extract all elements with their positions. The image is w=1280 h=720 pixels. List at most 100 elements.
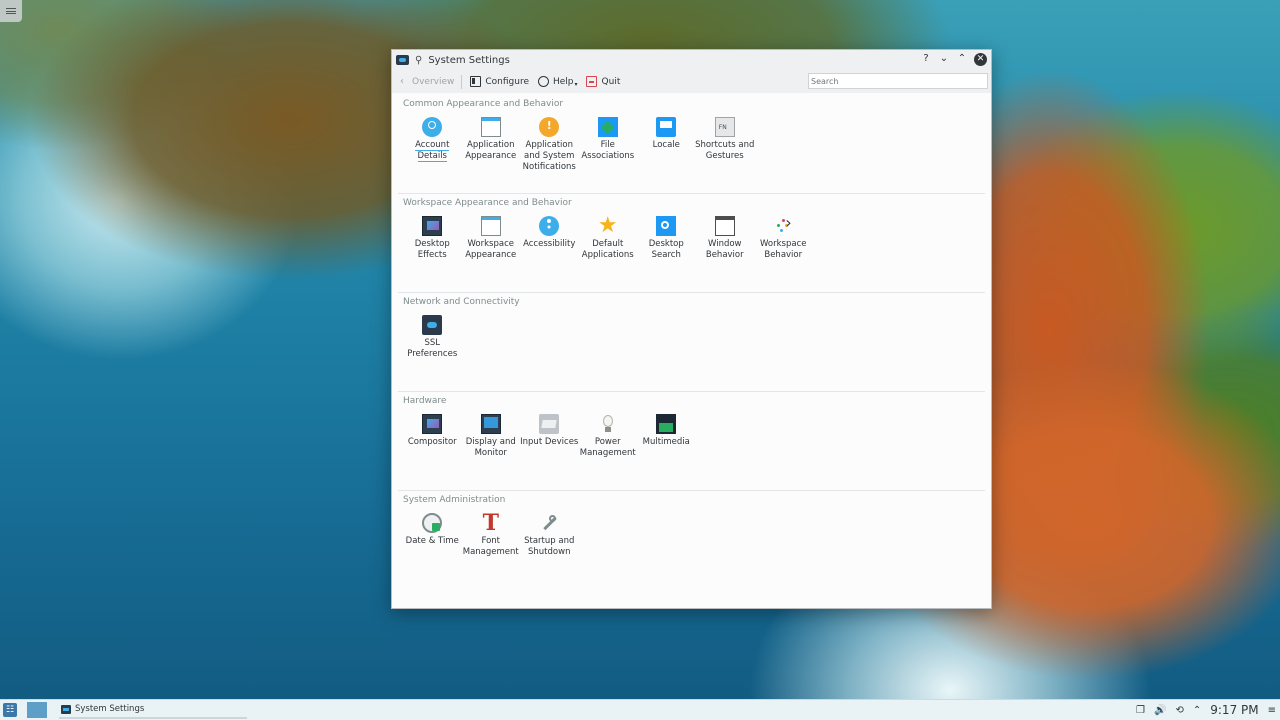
item-account-details[interactable]: Account Details <box>403 115 462 173</box>
panel-options-icon[interactable]: ≡ <box>1268 705 1276 716</box>
toolbar: ‹ Overview Configure Help ▾ Quit <box>392 70 991 93</box>
item-label: Font Management <box>462 536 519 557</box>
item-label: Startup and Shutdown <box>524 536 575 557</box>
section-hardware: Hardware Compositor Display and Monitor … <box>398 391 985 490</box>
virtual-desktop-pager <box>27 702 47 718</box>
item-accessibility[interactable]: Accessibility <box>520 214 579 261</box>
section-common-appearance: Common Appearance and Behavior Account D… <box>398 95 985 193</box>
toolbar-separator <box>461 74 463 89</box>
system-settings-app-icon[interactable] <box>396 55 409 65</box>
clock[interactable]: 9:17 PM <box>1210 703 1258 717</box>
item-workspace-behavior[interactable]: Workspace Behavior <box>754 213 813 261</box>
application-launcher-icon[interactable]: ☷ <box>3 703 17 717</box>
item-locale[interactable]: Locale <box>637 115 696 173</box>
item-label: Account Details <box>415 140 450 162</box>
pin-icon[interactable]: ⚲ <box>415 55 422 66</box>
task-label: System Settings <box>75 704 145 714</box>
notifications-icon <box>539 117 560 137</box>
item-compositor[interactable]: Compositor <box>403 412 462 459</box>
help-label: Help <box>553 76 574 87</box>
item-label: Default Applications <box>581 239 634 260</box>
item-label: File Associations <box>581 140 635 161</box>
taskbar: ☷ System Settings ❐ 🔊 ⟲ ⌃ 9:17 PM ≡ <box>0 699 1280 720</box>
item-desktop-effects[interactable]: Desktop Effects <box>403 214 462 261</box>
item-application-appearance[interactable]: Application Appearance <box>462 115 521 173</box>
volume-icon[interactable]: 🔊 <box>1154 705 1166 716</box>
overview-button[interactable]: ‹ Overview <box>392 72 458 92</box>
title-bar[interactable]: ⚲ System Settings ? ⌄ ⌃ ✕ <box>392 50 991 70</box>
item-window-behavior[interactable]: Window Behavior <box>696 214 755 261</box>
locale-icon <box>656 117 677 137</box>
item-label: Application Appearance <box>465 140 517 161</box>
accessibility-icon <box>539 216 560 236</box>
help-menu-button[interactable]: Help ▾ <box>533 72 582 92</box>
item-label: SSL Preferences <box>407 338 458 359</box>
help-icon <box>537 76 549 87</box>
close-button[interactable]: ✕ <box>974 52 987 66</box>
quit-icon <box>586 76 598 87</box>
item-multimedia[interactable]: Multimedia <box>637 412 696 459</box>
item-power-management[interactable]: Power Management <box>579 412 638 459</box>
section-workspace-appearance: Workspace Appearance and Behavior Deskto… <box>398 193 985 292</box>
item-label: Application and System Notifications <box>522 140 576 172</box>
item-input-devices[interactable]: Input Devices <box>520 412 579 459</box>
dropdown-arrow-icon: ▾ <box>574 81 578 88</box>
item-label: Workspace Appearance <box>465 239 517 260</box>
overview-label: Overview <box>412 76 455 87</box>
item-label: Multimedia <box>642 437 690 447</box>
clipboard-icon[interactable]: ❐ <box>1136 705 1145 716</box>
section-title: Common Appearance and Behavior <box>403 99 564 109</box>
input-devices-icon <box>539 414 560 434</box>
item-label: Accessibility <box>523 239 576 249</box>
quit-button[interactable]: Quit <box>582 72 625 92</box>
section-title: Network and Connectivity <box>403 297 520 307</box>
desktop-effects-icon <box>422 216 443 236</box>
file-associations-icon <box>597 117 618 137</box>
item-label: Desktop Effects <box>414 239 450 260</box>
configure-button[interactable]: Configure <box>465 72 533 92</box>
multimedia-icon <box>656 414 677 434</box>
search-input[interactable] <box>808 73 988 89</box>
help-question-button[interactable]: ? <box>920 52 932 66</box>
section-title: Workspace Appearance and Behavior <box>403 198 572 208</box>
workspace-appearance-icon <box>480 216 501 236</box>
account-icon <box>422 117 443 137</box>
shortcuts-icon <box>714 117 735 137</box>
item-startup-shutdown[interactable]: Startup and Shutdown <box>520 511 579 558</box>
section-network: Network and Connectivity SSL Preferences <box>398 292 985 391</box>
item-label: Power Management <box>579 437 636 458</box>
configure-icon <box>469 76 481 87</box>
item-notifications[interactable]: Application and System Notifications <box>520 115 579 173</box>
desktop-menu-handle[interactable] <box>0 0 22 22</box>
section-title: Hardware <box>403 396 447 406</box>
item-file-associations[interactable]: File Associations <box>579 115 638 173</box>
back-arrow-icon: ‹ <box>400 76 404 87</box>
maximize-button[interactable]: ⌃ <box>956 52 968 66</box>
network-icon[interactable]: ⟲ <box>1175 705 1183 716</box>
item-font-management[interactable]: Font Management <box>462 510 521 558</box>
system-settings-app-icon <box>61 704 71 714</box>
item-default-applications[interactable]: Default Applications <box>579 213 638 261</box>
quit-label: Quit <box>601 76 621 87</box>
item-display-monitor[interactable]: Display and Monitor <box>462 412 521 459</box>
workspace-behavior-icon <box>773 213 793 236</box>
item-label: Window Behavior <box>705 239 744 260</box>
desktop-search-icon <box>656 216 677 236</box>
item-ssl-preferences[interactable]: SSL Preferences <box>403 313 462 360</box>
clock-icon <box>422 513 443 533</box>
item-shortcuts[interactable]: Shortcuts and Gestures <box>695 115 754 173</box>
item-desktop-search[interactable]: Desktop Search <box>637 214 696 261</box>
minimize-button[interactable]: ⌄ <box>938 52 950 66</box>
tools-icon <box>539 513 559 533</box>
desktop-1[interactable] <box>27 702 47 718</box>
tray-expand-icon[interactable]: ⌃ <box>1193 705 1201 716</box>
item-workspace-appearance[interactable]: Workspace Appearance <box>462 214 521 261</box>
task-system-settings[interactable]: System Settings <box>59 701 247 719</box>
section-system-administration: System Administration Date & Time Font M… <box>398 490 985 589</box>
item-date-time[interactable]: Date & Time <box>403 511 462 558</box>
item-label: Display and Monitor <box>465 437 516 458</box>
item-label: Compositor <box>407 437 457 447</box>
system-tray: ❐ 🔊 ⟲ ⌃ 9:17 PM ≡ <box>1136 700 1276 720</box>
system-settings-window: ⚲ System Settings ? ⌄ ⌃ ✕ ‹ Overview Con… <box>391 49 992 609</box>
monitor-icon <box>480 414 501 434</box>
